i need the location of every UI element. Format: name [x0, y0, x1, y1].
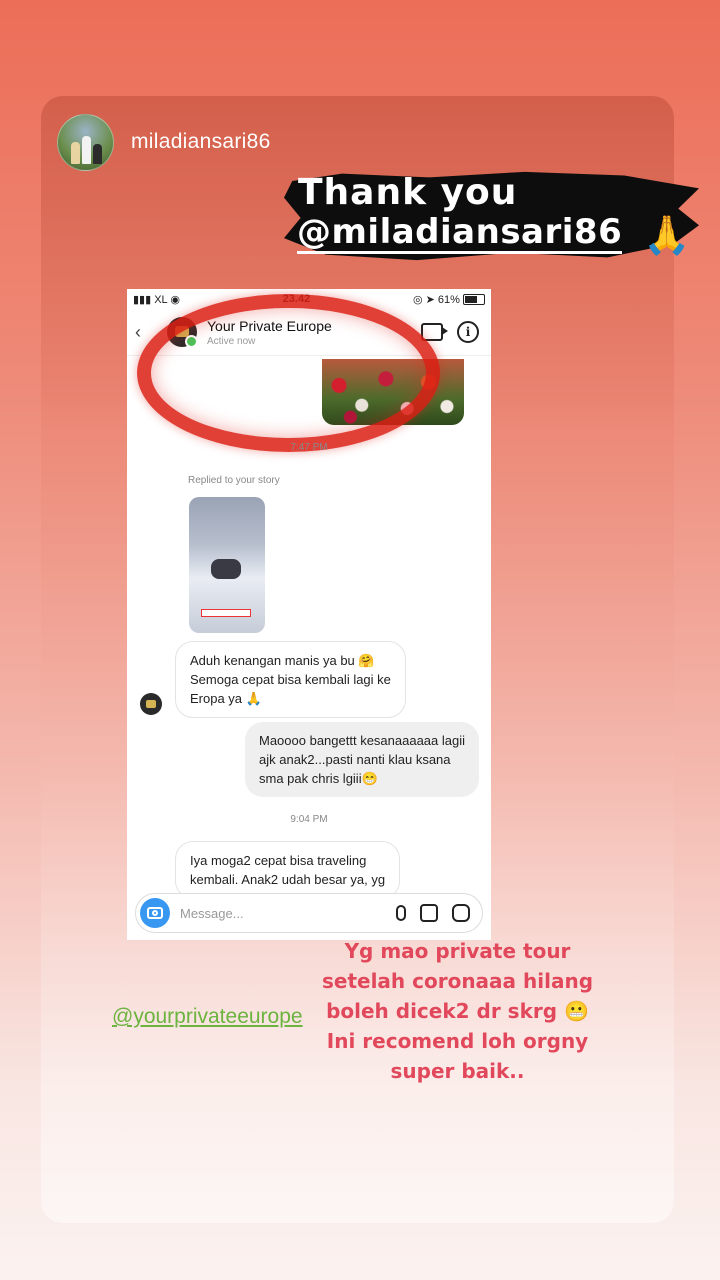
message-line: Iya moga2 cepat bisa traveling: [190, 853, 367, 868]
caption-line: super baik..: [390, 1059, 525, 1083]
caption-line: boleh dicek2 dr skrg 😬: [326, 999, 589, 1023]
mention-link[interactable]: @yourprivateeurope: [112, 1005, 303, 1029]
timestamp: 7:47 PM: [290, 442, 328, 453]
message-line: ajk anak2...pasti nanti klau ksana: [259, 752, 451, 767]
incoming-message: Iya moga2 cepat bisa traveling kembali. …: [175, 841, 401, 899]
story-username[interactable]: miladiansari86: [131, 130, 271, 154]
thank-you-text: Thank you: [298, 172, 518, 213]
message-line: Maoooo bangettt kesanaaaaaa lagii: [259, 733, 465, 748]
camera-icon[interactable]: [140, 898, 170, 928]
message-line: sma pak chris lgiii😁: [259, 771, 378, 786]
sticker-icon[interactable]: [452, 904, 470, 922]
caption-line: Yg mao private tour: [344, 939, 571, 963]
story-caption: Yg mao private tour setelah coronaaa hil…: [315, 936, 600, 1086]
replied-label: Replied to your story: [188, 475, 280, 486]
info-icon[interactable]: i: [457, 321, 479, 343]
message-line: Eropa ya 🙏: [190, 691, 262, 706]
story-header: miladiansari86: [57, 113, 271, 171]
thank-you-mention[interactable]: @miladiansari86: [297, 213, 623, 254]
battery-icon: [462, 294, 485, 306]
praying-hands-emoji: 🙏: [643, 215, 691, 257]
timestamp: 9:04 PM: [290, 814, 328, 825]
sender-avatar: [140, 693, 162, 715]
caption-line: Ini recomend loh orgny: [326, 1029, 589, 1053]
story-reply-thumbnail[interactable]: [189, 497, 265, 633]
message-composer: Message...: [135, 893, 483, 933]
back-arrow-icon[interactable]: ‹: [135, 322, 149, 343]
red-scribble-overlay: [137, 294, 440, 452]
incoming-message: Aduh kenangan manis ya bu 🤗 Semoga cepat…: [175, 641, 406, 718]
message-line: Semoga cepat bisa kembali lagi ke: [190, 672, 391, 687]
message-line: kembali. Anak2 udah besar ya, yg: [190, 872, 386, 887]
gallery-icon[interactable]: [420, 904, 438, 922]
message-line: Aduh kenangan manis ya bu 🤗: [190, 653, 375, 668]
dm-screenshot: ▮▮▮ XL ◉ 23.42 ◎ ➤ 61% ‹ Your Private Eu…: [127, 289, 491, 940]
profile-avatar[interactable]: [57, 113, 114, 171]
message-input[interactable]: Message...: [180, 906, 396, 921]
outgoing-message: Maoooo bangettt kesanaaaaaa lagii ajk an…: [245, 722, 479, 797]
battery-status: ◎ ➤ 61%: [413, 293, 485, 306]
caption-line: setelah coronaaa hilang: [321, 969, 594, 993]
carrier-label: ▮▮▮ XL ◉: [133, 293, 180, 306]
microphone-icon[interactable]: [396, 905, 406, 921]
